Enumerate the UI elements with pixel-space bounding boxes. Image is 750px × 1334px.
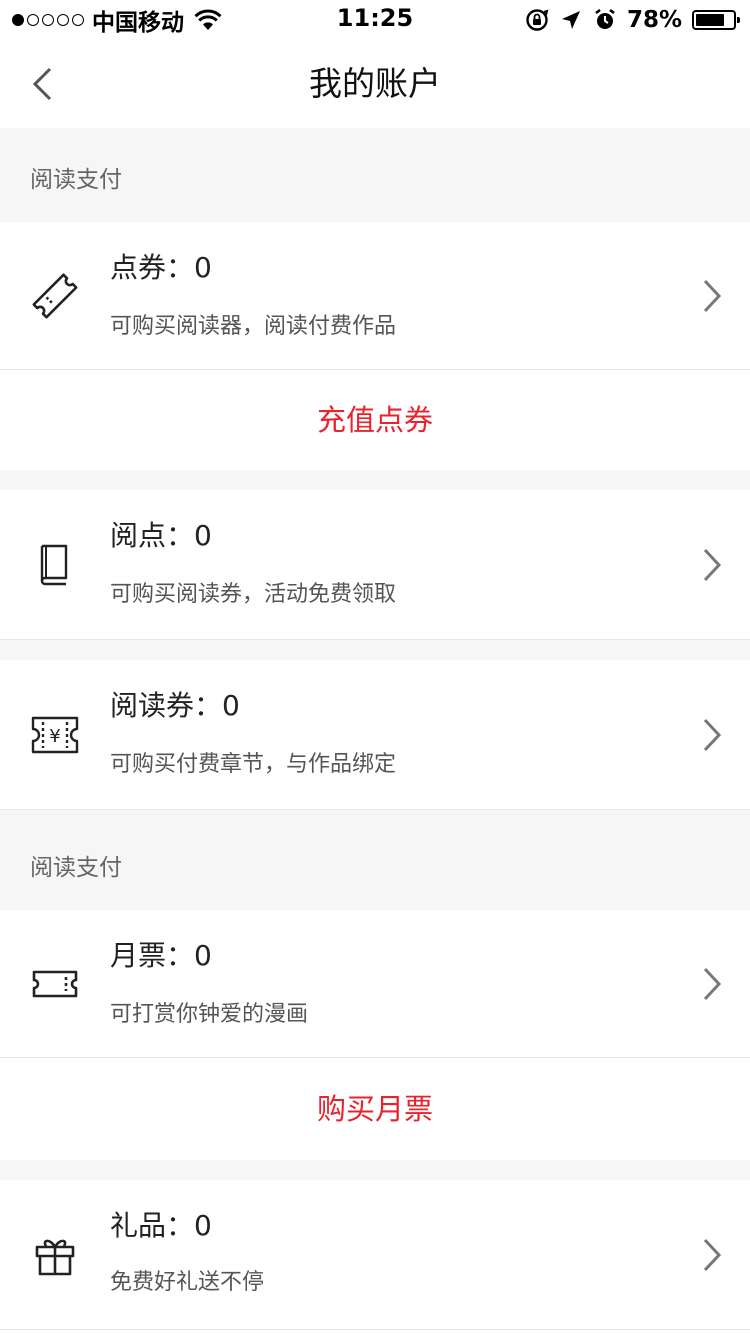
page-title: 我的账户 — [309, 64, 441, 103]
coupon-title: 点券：0 — [110, 251, 212, 284]
reading-ticket-row[interactable]: ¥ 阅读券：0 可购买付费章节，与作品绑定 — [0, 660, 750, 810]
section-gap — [0, 1160, 750, 1180]
reading-points-row[interactable]: 阅点：0 可购买阅读券，活动免费领取 — [0, 490, 750, 640]
coupon-row[interactable]: 点券：0 可购买阅读器，阅读付费作品 — [0, 222, 750, 370]
buy-monthly-ticket-label: 购买月票 — [316, 1092, 433, 1126]
status-bar: 中国移动 11:25 78% — [0, 0, 750, 40]
monthly-ticket-title: 月票：0 — [110, 939, 212, 972]
chevron-right-icon — [703, 967, 722, 1001]
account-page: 中国移动 11:25 78% 我的账户 阅读支付 点券：0 可购买阅读器，阅读付… — [0, 0, 750, 1334]
gift-title: 礼品：0 — [110, 1209, 212, 1242]
gift-subtitle: 免费好礼送不停 — [110, 1270, 265, 1295]
chevron-right-icon — [703, 718, 722, 752]
coupon-subtitle: 可购买阅读器，阅读付费作品 — [110, 314, 397, 339]
navigation-bar: 我的账户 — [0, 40, 750, 128]
section-header-label: 阅读支付 — [30, 855, 122, 881]
chevron-right-icon — [703, 1238, 722, 1272]
back-button[interactable] — [20, 62, 64, 106]
status-bar-right: 78% — [525, 6, 740, 34]
buy-monthly-ticket-button[interactable]: 购买月票 — [0, 1058, 750, 1160]
section-header-reading-pay: 阅读支付 — [0, 128, 750, 222]
section-gap — [0, 640, 750, 660]
rotation-lock-icon — [526, 9, 549, 31]
chevron-right-icon — [703, 279, 722, 313]
section-gap — [0, 470, 750, 490]
gift-row[interactable]: 礼品：0 免费好礼送不停 — [0, 1180, 750, 1330]
coupon-icon — [32, 273, 78, 319]
monthly-ticket-subtitle: 可打赏你钟爱的漫画 — [110, 1002, 309, 1027]
reading-ticket-subtitle: 可购买付费章节，与作品绑定 — [110, 752, 397, 777]
recharge-coupon-label: 充值点券 — [316, 403, 433, 437]
gift-icon — [35, 1239, 75, 1276]
chevron-left-icon — [32, 67, 52, 101]
reading-ticket-title: 阅读券：0 — [110, 689, 240, 722]
chevron-right-icon — [703, 548, 722, 582]
reading-points-subtitle: 可购买阅读券，活动免费领取 — [110, 582, 397, 607]
section-header-label: 阅读支付 — [30, 167, 122, 193]
book-icon — [40, 544, 68, 586]
recharge-coupon-button[interactable]: 充值点券 — [0, 370, 750, 470]
svg-text:¥: ¥ — [49, 726, 60, 747]
location-arrow-icon — [561, 11, 580, 29]
reading-points-title: 阅点：0 — [110, 519, 212, 552]
monthly-ticket-row[interactable]: 月票：0 可打赏你钟爱的漫画 — [0, 910, 750, 1058]
battery-percentage: 78% — [626, 7, 682, 33]
alarm-icon — [595, 8, 615, 29]
ticket-icon — [32, 970, 78, 998]
battery-icon — [692, 10, 740, 30]
yuan-ticket-icon: ¥ — [31, 716, 79, 754]
section-header-reading-pay: 阅读支付 — [0, 810, 750, 910]
